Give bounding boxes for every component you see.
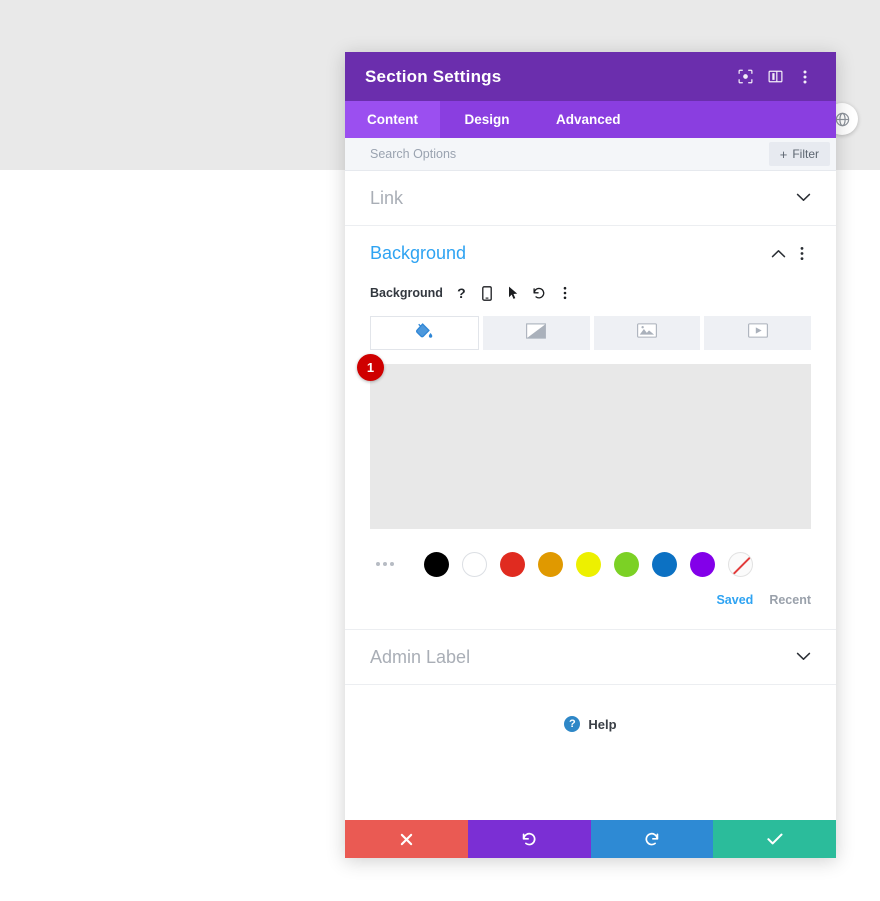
undo-icon	[521, 831, 537, 847]
undo-button[interactable]	[467, 820, 591, 858]
search-row: + Filter	[345, 138, 836, 171]
accordion-link-label: Link	[370, 187, 404, 208]
swatch-red[interactable]	[500, 551, 525, 577]
swatch-yellow[interactable]	[576, 551, 601, 577]
more-vertical-icon[interactable]	[558, 285, 573, 301]
more-vertical-icon[interactable]	[790, 241, 814, 265]
swatch-none[interactable]	[728, 551, 753, 577]
panel-layout-icon[interactable]	[760, 62, 790, 92]
background-color-tab[interactable]	[370, 316, 479, 350]
background-field-label-row: Background ?	[345, 280, 836, 306]
swatch-blue[interactable]	[652, 551, 677, 577]
swatch-white[interactable]	[462, 551, 487, 577]
save-button[interactable]	[713, 820, 836, 858]
cancel-button[interactable]	[345, 820, 468, 858]
chevron-down-icon	[796, 648, 811, 666]
more-vertical-icon[interactable]	[790, 62, 820, 92]
check-icon	[767, 832, 783, 846]
hover-cursor-icon[interactable]	[506, 285, 521, 301]
saved-colors-link[interactable]: Saved	[716, 593, 753, 607]
section-settings-panel: Section Settings Content Design Advanced…	[345, 52, 836, 858]
chevron-down-icon	[796, 189, 811, 207]
focus-target-icon[interactable]	[730, 62, 760, 92]
help-question-icon: ?	[564, 716, 581, 732]
accordion-link[interactable]: Link	[345, 171, 836, 226]
section-background: Background Background ? 1 Saved Recent	[345, 226, 836, 630]
background-video-tab[interactable]	[704, 316, 811, 350]
step-badge-1: 1	[357, 354, 384, 381]
plus-icon: +	[779, 146, 788, 162]
globe-icon	[834, 111, 851, 128]
color-swatch-row	[345, 547, 836, 581]
video-icon	[747, 323, 768, 343]
saved-recent-toggle: Saved Recent	[345, 593, 836, 607]
background-type-tabs	[345, 316, 836, 350]
background-field-label: Background	[370, 286, 443, 300]
help-button[interactable]: ? Help	[345, 685, 836, 763]
section-background-title: Background	[370, 242, 467, 263]
redo-button[interactable]	[590, 820, 714, 858]
accordion-admin-label[interactable]: Admin Label	[345, 630, 836, 685]
responsive-mobile-icon[interactable]	[480, 285, 495, 301]
swatch-purple[interactable]	[690, 551, 715, 577]
more-horizontal-icon[interactable]	[370, 562, 400, 566]
panel-tab-bar: Content Design Advanced	[345, 101, 836, 138]
swatch-green[interactable]	[614, 551, 639, 577]
redo-icon	[644, 831, 660, 847]
page-root: Section Settings Content Design Advanced…	[0, 0, 880, 901]
recent-colors-link[interactable]: Recent	[769, 593, 811, 607]
panel-body: Link Background Background ? 1 Saved Rec…	[345, 171, 836, 820]
swatch-orange[interactable]	[538, 551, 563, 577]
tab-design[interactable]: Design	[440, 101, 534, 138]
search-input[interactable]	[370, 147, 769, 161]
paint-bucket-icon	[415, 322, 433, 345]
reset-undo-icon[interactable]	[532, 285, 547, 301]
panel-header: Section Settings	[345, 52, 836, 101]
section-background-header[interactable]: Background	[345, 226, 836, 280]
help-label: Help	[588, 716, 617, 732]
help-question-icon[interactable]: ?	[454, 285, 469, 301]
close-x-icon	[400, 833, 413, 846]
image-icon	[636, 323, 657, 343]
background-color-preview[interactable]	[370, 364, 811, 529]
background-image-tab[interactable]	[593, 316, 701, 350]
panel-footer	[345, 820, 836, 858]
tab-content[interactable]: Content	[345, 101, 440, 138]
accordion-admin-label-text: Admin Label	[370, 646, 471, 667]
swatch-black[interactable]	[424, 551, 449, 577]
tab-advanced[interactable]: Advanced	[534, 101, 643, 138]
filter-button-label: Filter	[792, 147, 819, 161]
page-title: Section Settings	[365, 66, 502, 86]
filter-button[interactable]: + Filter	[768, 142, 830, 166]
background-gradient-tab[interactable]	[482, 316, 590, 350]
gradient-icon	[526, 322, 547, 344]
background-color-preview-wrap: 1	[345, 354, 836, 529]
chevron-up-icon[interactable]	[766, 241, 790, 265]
